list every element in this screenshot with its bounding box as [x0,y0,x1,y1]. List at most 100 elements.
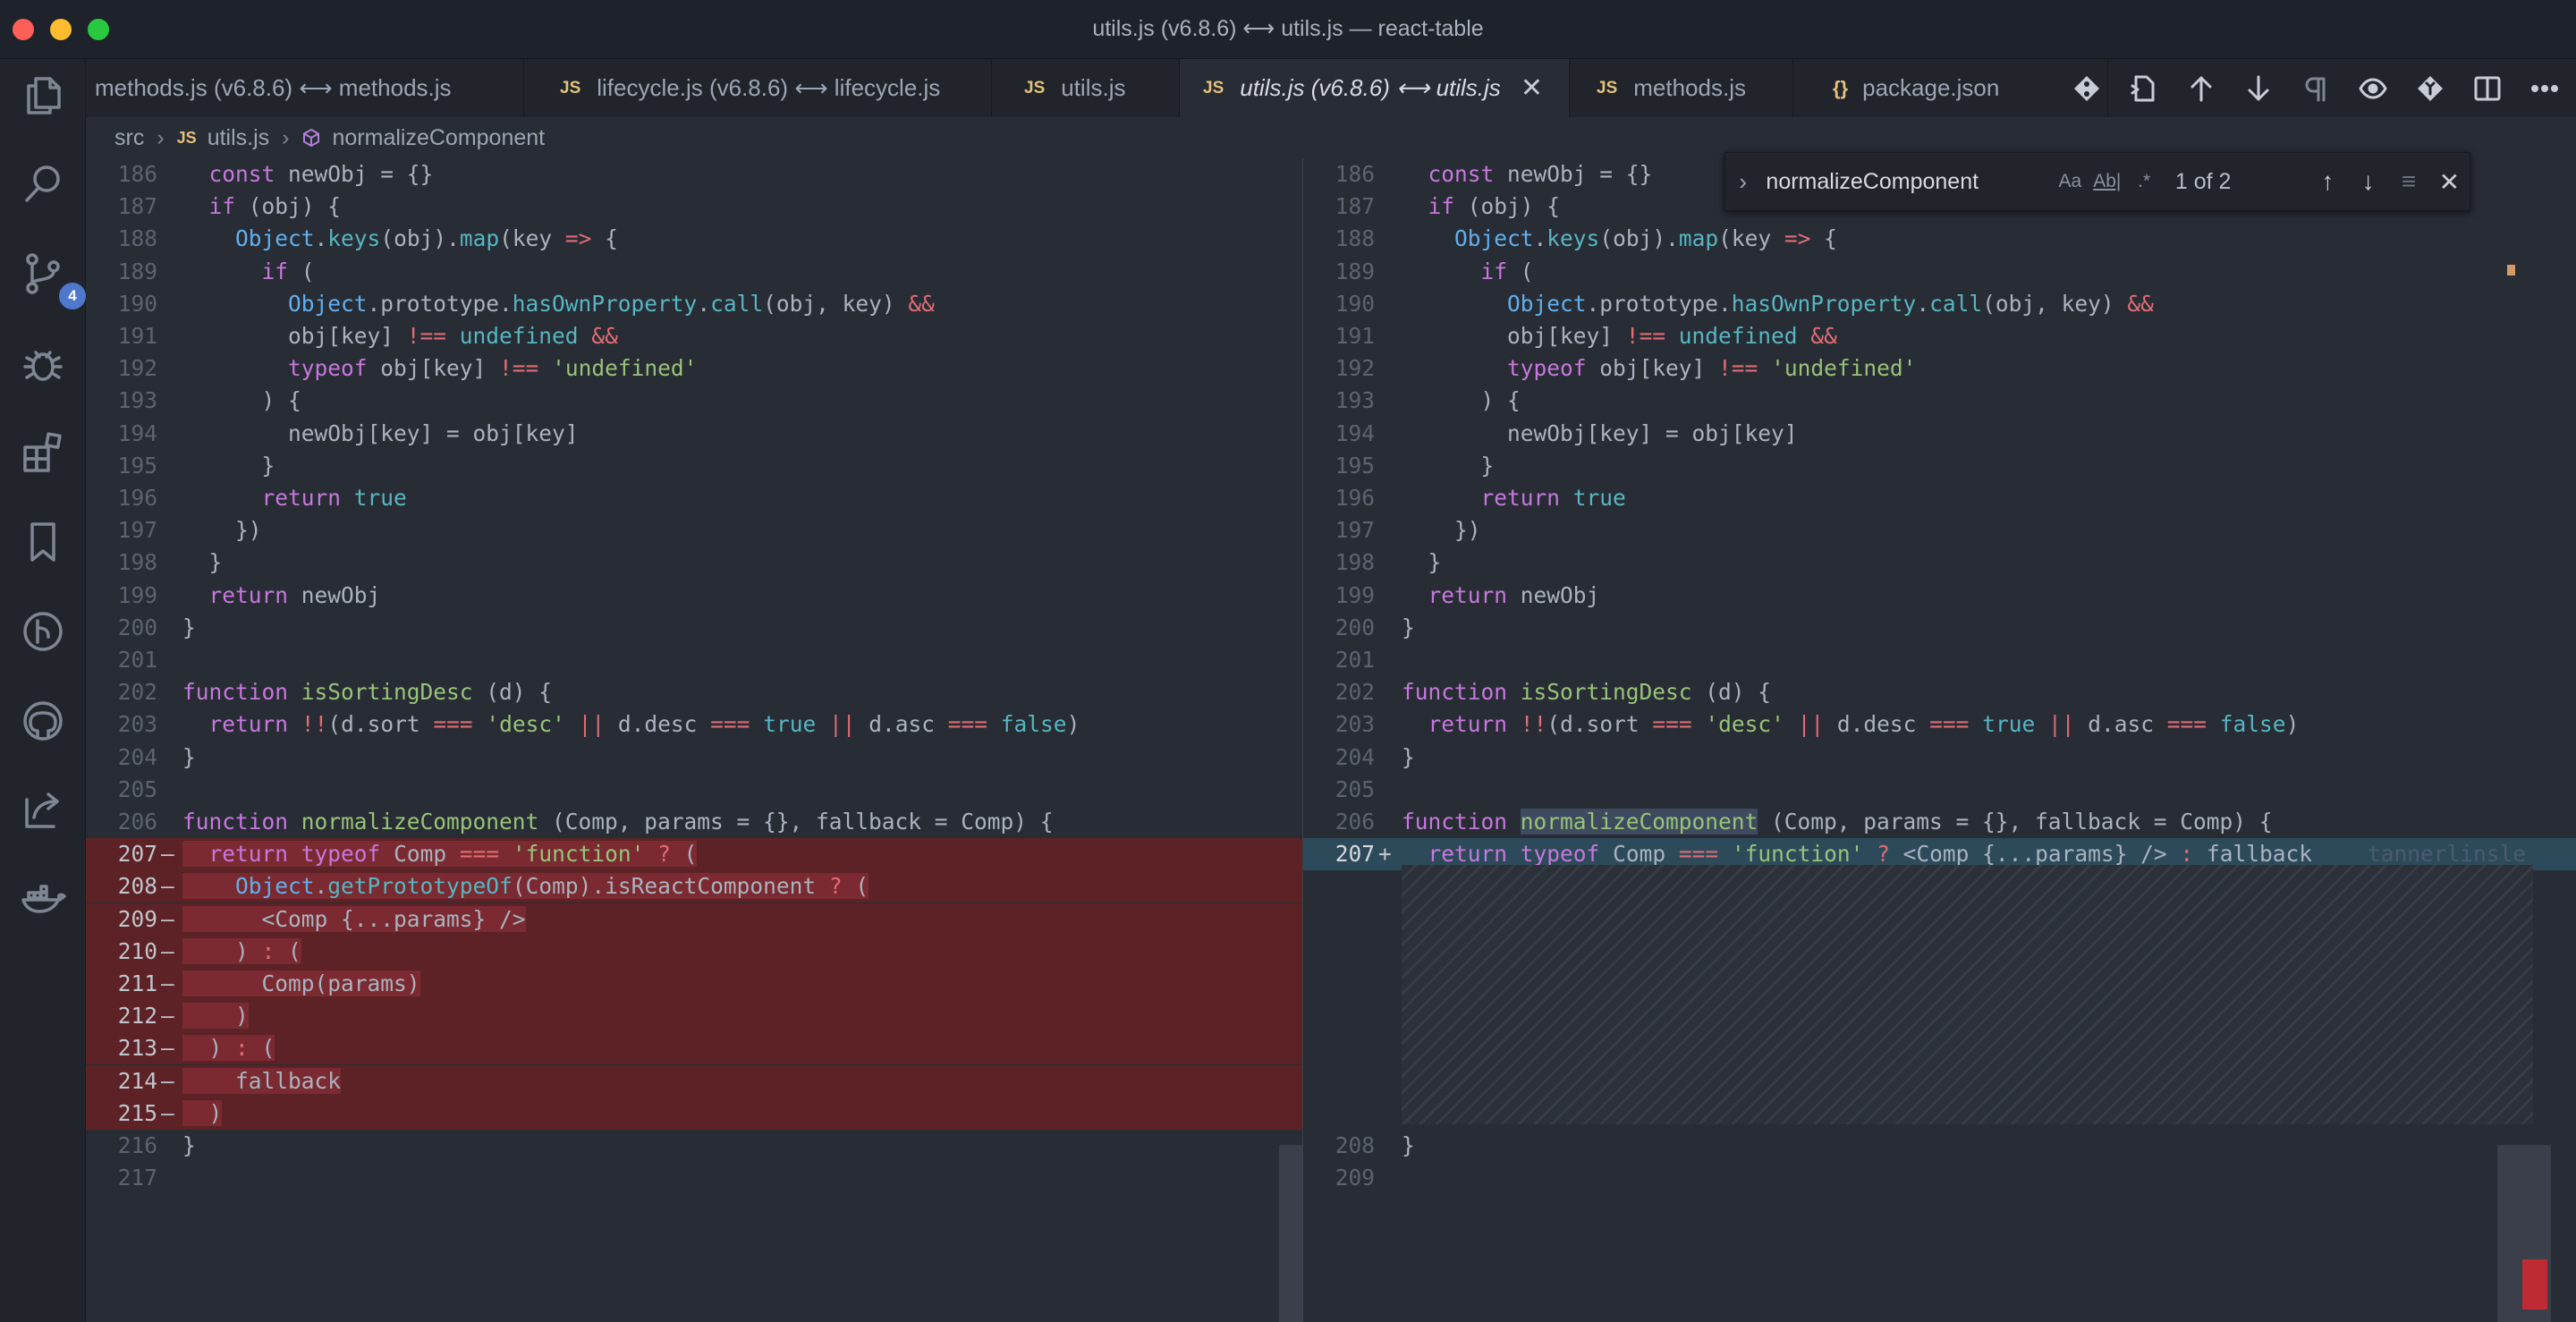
code-line[interactable]: 199 return newObj [86,580,1302,612]
close-tab-icon[interactable]: ✕ [1521,72,1543,104]
code-line[interactable]: 201 [86,644,1302,676]
code-line[interactable]: 204} [86,742,1302,774]
code-line[interactable]: 210— ) : ( [86,935,1302,968]
source-control-icon[interactable]: 4 [16,247,86,309]
find-input[interactable]: normalizeComponent [1760,169,2051,195]
more-actions-icon[interactable] [2522,66,2567,111]
code-line[interactable]: 197 }) [86,514,1302,547]
next-change-icon[interactable] [2236,66,2281,111]
code-line[interactable]: 199 return newObj [1303,580,2576,612]
code-line[interactable]: 211— Comp(params) [86,968,1302,1000]
code-line[interactable]: 187 if (obj) { [86,191,1302,223]
open-changes-icon[interactable] [2064,66,2109,111]
code-line[interactable]: 202 function isSortingDesc (d) { [86,676,1302,708]
bookmarks-icon[interactable] [16,515,70,569]
match-case-icon[interactable]: Aa [2052,171,2089,192]
code-line[interactable]: 198 } [86,547,1302,579]
code-line[interactable]: 190 Object.prototype.hasOwnProperty.call… [1303,288,2576,320]
code-line[interactable]: 202 function isSortingDesc (d) { [1303,676,2576,708]
code-line[interactable]: 215— ) [86,1097,1302,1130]
code-line[interactable]: 193 ) { [1303,385,2576,417]
extensions-icon[interactable] [16,426,70,479]
line-number: 210 [117,937,157,964]
code-line[interactable]: 196 return true [1303,482,2576,514]
code-line[interactable]: 205 [1303,774,2576,806]
toggle-replace-icon[interactable]: › [1725,168,1760,196]
code-line[interactable]: 208— Object.getPrototypeOf(Comp).isReact… [86,870,1302,903]
match-whole-word-icon[interactable]: Ab| [2089,171,2125,192]
tab-lifecycle-diff[interactable]: JS lifecycle.js (v6.8.6) ⟷ lifecycle.js [524,59,992,117]
code-line[interactable]: 192 typeof obj[key] !== 'undefined' [86,352,1302,385]
code-line[interactable]: 207— return typeof Comp === 'function' ?… [86,838,1302,871]
breadcrumb-symbol[interactable]: normalizeComponent [332,125,545,151]
code-line[interactable]: 201 [1303,644,2576,676]
code-line[interactable]: 209 [1303,1162,2576,1194]
find-in-selection-icon[interactable]: ≡ [2388,167,2428,196]
code-line[interactable]: 193 ) { [86,385,1302,417]
code-line[interactable]: 186 const newObj = {} [86,158,1302,191]
code-line[interactable]: 189 if ( [1303,256,2576,288]
split-editor-icon[interactable] [2465,66,2510,111]
code-line[interactable]: 200} [1303,612,2576,644]
code-line[interactable]: 208} [1303,1130,2576,1162]
code-line[interactable]: 198 } [1303,547,2576,579]
code-line[interactable]: 194 newObj[key] = obj[key] [1303,418,2576,450]
line-number: 208 [117,873,157,900]
window-title: utils.js (v6.8.6) ⟷ utils.js — react-tab… [1092,16,1484,41]
explorer-icon[interactable] [16,68,70,122]
code-line[interactable]: 191 obj[key] !== undefined && [1303,320,2576,352]
search-icon[interactable] [16,157,70,211]
code-line[interactable]: 206 function normalizeComponent (Comp, pa… [86,806,1302,838]
code-line[interactable]: 195 } [86,450,1302,482]
live-share-icon[interactable] [16,784,70,837]
previous-change-icon[interactable] [2179,66,2224,111]
tab-label: lifecycle.js (v6.8.6) ⟷ lifecycle.js [597,74,941,101]
inline-view-icon[interactable] [2351,66,2395,111]
code-line[interactable]: 200} [86,612,1302,644]
open-file-icon[interactable] [2122,66,2166,111]
whitespace-icon[interactable] [2293,66,2338,111]
regex-icon[interactable]: .* [2125,171,2162,192]
code-line[interactable]: 203 return !!(d.sort === 'desc' || d.des… [1303,708,2576,741]
code-line[interactable]: 192 typeof obj[key] !== 'undefined' [1303,352,2576,385]
breadcrumb-folder[interactable]: src [114,125,144,151]
code-line[interactable]: 212— ) [86,1000,1302,1033]
tab-package-json[interactable]: {} package.json [1793,59,2108,117]
code-line[interactable]: 190 Object.prototype.hasOwnProperty.call… [86,288,1302,320]
diff-original-pane[interactable]: 186 const newObj = {} 187 if (obj) {188 O… [86,158,1302,1322]
code-line[interactable]: 191 obj[key] !== undefined && [86,320,1302,352]
code-text: ) : ( [182,937,301,964]
code-line[interactable]: 217 [86,1162,1302,1194]
github-icon[interactable] [16,694,70,748]
code-line[interactable]: 197 }) [1303,514,2576,547]
code-line[interactable]: 194 newObj[key] = obj[key] [86,418,1302,450]
code-line[interactable]: 203 return !!(d.sort === 'desc' || d.des… [86,708,1302,741]
code-line[interactable]: 213— ) : ( [86,1032,1302,1065]
diff-modified-pane[interactable]: 186 const newObj = {} 187 if (obj) {188 O… [1302,158,2576,1322]
code-line[interactable]: 216} [86,1130,1302,1162]
tab-utils[interactable]: JS utils.js [992,59,1180,117]
code-line[interactable]: 196 return true [86,482,1302,514]
git-graph-icon[interactable] [16,605,70,658]
docker-icon[interactable] [16,873,70,927]
next-match-icon[interactable]: ↓ [2348,167,2388,196]
code-line[interactable]: 189 if ( [86,256,1302,288]
breadcrumb-file[interactable]: utils.js [208,125,269,151]
tab-methods-diff[interactable]: methods.js (v6.8.6) ⟷ methods.js [86,59,524,117]
code-line[interactable]: 188 Object.keys(obj).map(key => { [1303,223,2576,255]
code-line[interactable]: 205 [86,774,1302,806]
tab-methods[interactable]: JS methods.js [1570,59,1793,117]
debug-icon[interactable] [16,336,70,390]
close-find-icon[interactable]: ✕ [2429,167,2470,197]
git-lens-icon[interactable] [2408,66,2453,111]
code-line[interactable]: 206 function normalizeComponent (Comp, pa… [1303,806,2576,838]
code-line[interactable]: 188 Object.keys(obj).map(key => { [86,223,1302,255]
left-scrollbar-thumb[interactable] [1279,1145,1302,1322]
code-line[interactable]: 209— <Comp {...params} /> [86,903,1302,936]
symbol-method-icon [303,128,320,148]
previous-match-icon[interactable]: ↑ [2308,167,2348,196]
code-line[interactable]: 214— fallback [86,1064,1302,1097]
tab-utils-diff[interactable]: JS utils.js (v6.8.6) ⟷ utils.js ✕ [1180,59,1570,117]
code-line[interactable]: 195 } [1303,450,2576,482]
code-line[interactable]: 204} [1303,742,2576,774]
